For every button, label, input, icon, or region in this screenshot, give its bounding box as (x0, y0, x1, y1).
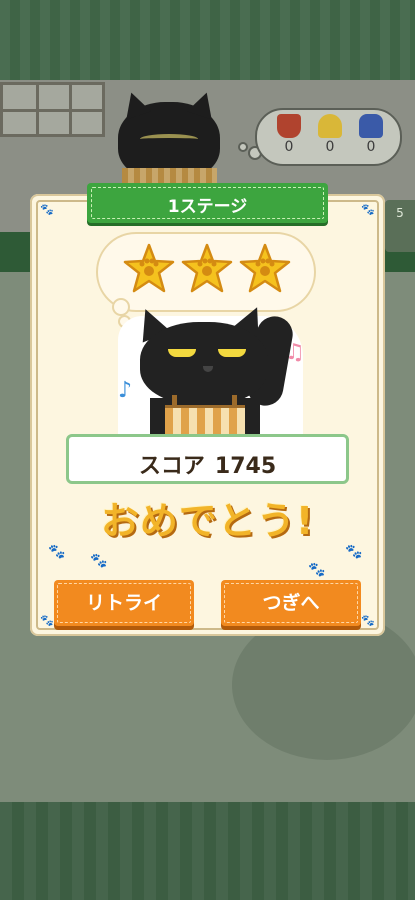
inventory-count-yellow: 0 (325, 139, 335, 155)
background-bottom-stripe (0, 802, 415, 900)
background-cat-eyes (140, 134, 198, 144)
yellow-bell-icon (318, 114, 342, 138)
paw-decoration-icon: 🐾 (308, 562, 326, 578)
music-note-pink-icon: ♫ (285, 340, 305, 365)
score-display: スコア 1745 (69, 448, 346, 480)
retry-button-label: リトライ (85, 592, 162, 614)
inventory-item-blue: 0 (353, 114, 389, 155)
star-2-icon (181, 243, 233, 293)
inventory-bubble-tail-small (238, 142, 248, 152)
cat-eye-right (218, 349, 246, 357)
paw-corner-icon: 🐾 (361, 614, 375, 627)
score-box: スコア 1745 (66, 434, 349, 484)
background-window (0, 82, 105, 137)
cat-eye-left (168, 349, 196, 357)
stage-ribbon: 1ステージ (87, 183, 328, 223)
background-top-stripe (0, 0, 415, 80)
blue-bottle-icon (359, 114, 383, 138)
paw-corner-icon: 🐾 (361, 203, 375, 216)
cat-apron (165, 405, 245, 437)
next-button-label: つぎへ (262, 592, 320, 614)
retry-button[interactable]: リトライ (54, 580, 194, 626)
next-button[interactable]: つぎへ (221, 580, 361, 626)
congrats-message: おめでとう! (100, 499, 315, 543)
paw-decoration-icon: 🐾 (48, 544, 66, 560)
cat-head (140, 322, 268, 404)
stage-title: 1ステージ (167, 197, 248, 217)
inventory-bubble: 0 0 0 (255, 108, 402, 166)
background-side-counter: 5 (385, 200, 415, 252)
red-pot-icon (277, 114, 301, 138)
inventory-item-red: 0 (271, 114, 307, 155)
paw-decoration-icon: 🐾 (90, 553, 108, 569)
inventory-count-blue: 0 (366, 139, 376, 155)
paw-corner-icon: 🐾 (40, 614, 54, 627)
score-label: スコア (138, 454, 205, 479)
score-value: 1745 (214, 454, 277, 479)
thought-bubble-dot (112, 298, 130, 316)
paw-corner-icon: 🐾 (40, 203, 54, 216)
paw-decoration-icon: 🐾 (345, 544, 363, 560)
inventory-count-red: 0 (284, 139, 294, 155)
music-note-blue-icon: ♪ (118, 378, 133, 403)
star-3-icon (239, 243, 291, 293)
inventory-item-yellow: 0 (312, 114, 348, 155)
star-1-icon (123, 243, 175, 293)
